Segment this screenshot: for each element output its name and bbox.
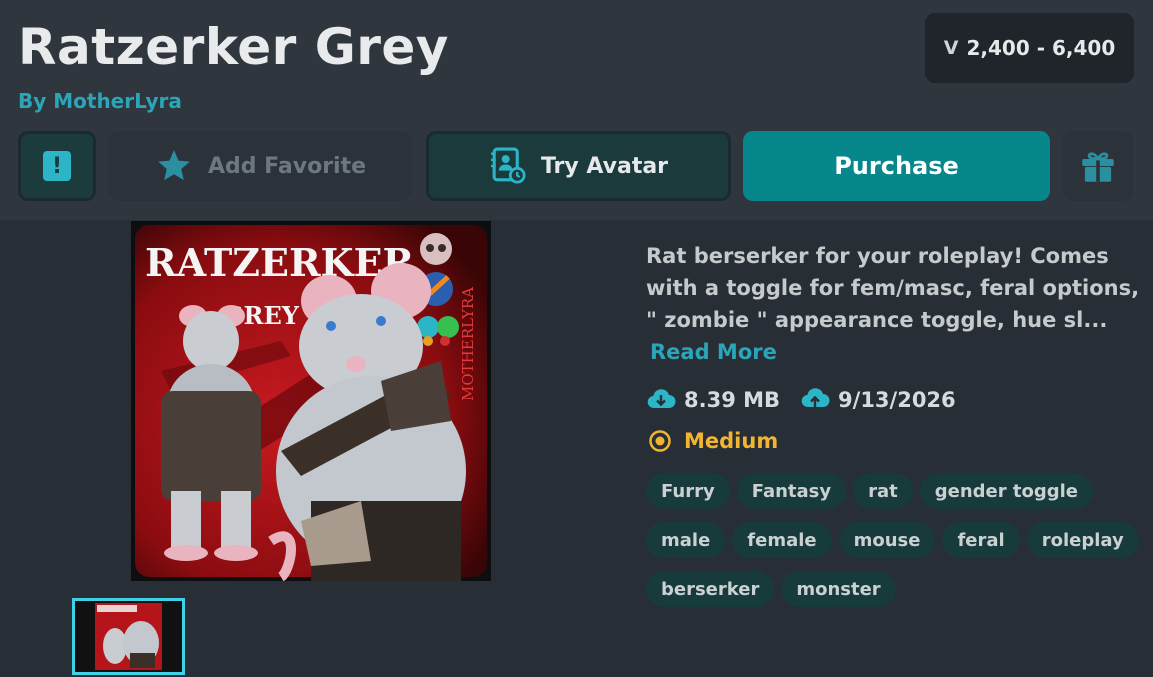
price-badge: V 2,400 - 6,400	[925, 13, 1134, 83]
try-avatar-label: Try Avatar	[540, 153, 669, 179]
try-avatar-button[interactable]: Try Avatar	[426, 131, 731, 201]
page-title: Ratzerker Grey	[18, 18, 449, 76]
file-size: 8.39 MB	[684, 388, 781, 412]
tag-roleplay[interactable]: roleplay	[1026, 522, 1139, 558]
add-favorite-button[interactable]: Add Favorite	[108, 131, 412, 201]
file-stats: 8.39 MB 9/13/2026	[646, 384, 976, 416]
performance-label: Medium	[684, 429, 779, 453]
gift-icon	[1082, 152, 1114, 182]
tag-berserker[interactable]: berserker	[646, 571, 775, 607]
try-avatar-icon	[491, 147, 526, 184]
tag-mouse[interactable]: mouse	[838, 522, 936, 558]
header-bar: Ratzerker Grey By MotherLyra V 2,400 - 6…	[0, 0, 1153, 220]
upload-date: 9/13/2026	[838, 388, 956, 412]
tag-list: Furry Fantasy rat gender toggle male fem…	[646, 473, 1146, 607]
cloud-download-icon	[647, 389, 676, 409]
gift-button[interactable]	[1063, 131, 1133, 201]
tag-fantasy[interactable]: Fantasy	[736, 473, 847, 509]
purchase-button[interactable]: Purchase	[743, 131, 1050, 201]
performance-rating: Medium	[648, 425, 778, 457]
svg-text:MOTHERLYRA: MOTHERLYRA	[459, 287, 477, 401]
currency-icon: V	[943, 37, 959, 59]
upload-date-stat: 9/13/2026	[800, 387, 956, 413]
performance-icon	[649, 430, 671, 452]
read-more-link[interactable]: Read More	[650, 340, 777, 364]
star-icon	[158, 150, 190, 181]
report-button[interactable]: !	[18, 131, 96, 201]
tag-female[interactable]: female	[732, 522, 832, 558]
tag-feral[interactable]: feral	[942, 522, 1020, 558]
tag-furry[interactable]: Furry	[646, 473, 730, 509]
tag-monster[interactable]: monster	[781, 571, 896, 607]
svg-text:RATZERKER: RATZERKER	[145, 240, 415, 285]
file-size-stat: 8.39 MB	[646, 388, 780, 412]
tag-male[interactable]: male	[646, 522, 726, 558]
price-range: 2,400 - 6,400	[966, 36, 1116, 60]
description-text: Rat berserker for your roleplay! Comes w…	[646, 240, 1141, 368]
author-link[interactable]: By MotherLyra	[18, 89, 182, 113]
tag-gender-toggle[interactable]: gender toggle	[919, 473, 1094, 509]
description-body: Rat berserker for your roleplay! Comes w…	[646, 244, 1140, 332]
cloud-upload-icon	[801, 388, 830, 412]
exclamation-icon: !	[43, 151, 71, 181]
tag-rat[interactable]: rat	[853, 473, 913, 509]
thumbnail-1[interactable]	[72, 598, 185, 675]
add-favorite-label: Add Favorite	[207, 153, 367, 179]
avatar-preview-image[interactable]: RATZERKER GREY MOTHERLYRA	[131, 221, 491, 581]
